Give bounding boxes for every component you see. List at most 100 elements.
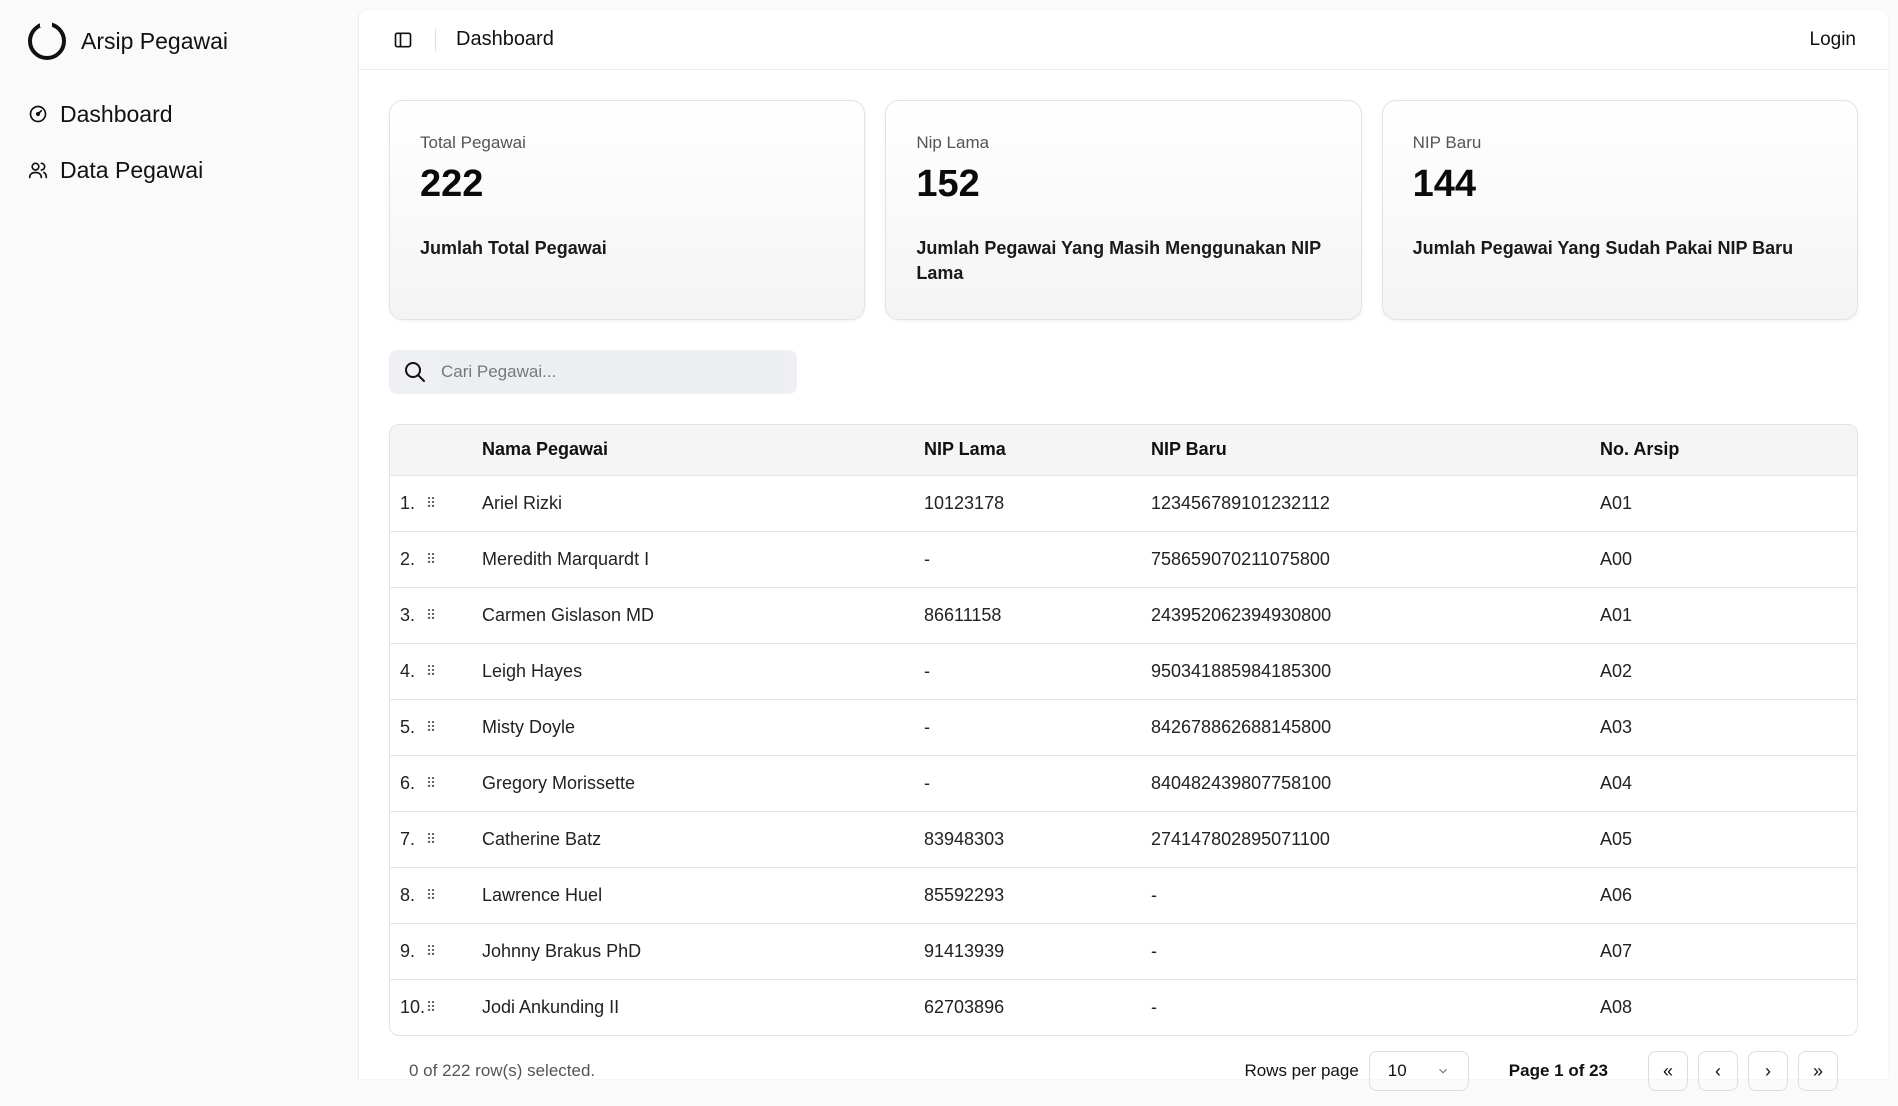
nip-baru: 274147802895071100 xyxy=(1151,828,1330,849)
selection-count: 0 of 222 row(s) selected. xyxy=(409,1061,596,1080)
row-number: 8. xyxy=(400,884,416,905)
nip-lama: 83948303 xyxy=(924,828,1005,849)
sidebar-item-data-pegawai[interactable]: Data Pegawai xyxy=(28,148,330,192)
stat-card-nip-baru: NIP Baru 144 Jumlah Pegawai Yang Sudah P… xyxy=(1381,100,1858,320)
sidebar: Arsip Pegawai Dashboard Data Pegawai xyxy=(0,0,358,1079)
employee-name: Lawrence Huel xyxy=(482,884,603,905)
table-body: 1. ⠿ Ariel Rizki 10123178 123456789101232112… xyxy=(390,475,1857,1035)
users-icon xyxy=(28,162,48,179)
column-header-nip-baru[interactable]: NIP Baru xyxy=(1151,425,1600,475)
nip-lama: 62703896 xyxy=(924,996,1005,1017)
column-header-nip-lama[interactable]: NIP Lama xyxy=(924,425,1151,475)
row-number: 7. xyxy=(400,828,416,849)
drag-handle-icon[interactable]: ⠿ xyxy=(426,811,482,867)
no-arsip: A01 xyxy=(1600,492,1633,513)
search-icon xyxy=(405,362,425,382)
nip-lama: 10123178 xyxy=(924,492,1005,513)
table-row[interactable]: 5. ⠿ Misty Doyle - 842678862688145800 A03 xyxy=(390,699,1857,755)
stat-label: Nip Lama xyxy=(916,133,990,152)
drag-handle-icon[interactable]: ⠿ xyxy=(426,699,482,755)
table-header-row: Nama Pegawai NIP Lama NIP Baru No. Arsip xyxy=(390,425,1857,475)
no-arsip: A08 xyxy=(1600,996,1633,1017)
table-row[interactable]: 2. ⠿ Meredith Marquardt I - 7586590702110758… xyxy=(390,531,1857,587)
last-page-button[interactable]: » xyxy=(1798,1051,1838,1091)
rows-per-page-select[interactable]: 10 xyxy=(1368,1051,1469,1091)
nip-baru: 123456789101232112 xyxy=(1151,492,1330,513)
row-number: 3. xyxy=(400,604,416,625)
sidebar-item-label: Data Pegawai xyxy=(60,156,204,183)
column-header-no-arsip[interactable]: No. Arsip xyxy=(1600,425,1857,475)
stat-value: 152 xyxy=(916,163,980,205)
employee-name: Johnny Brakus PhD xyxy=(482,940,642,961)
drag-handle-icon[interactable]: ⠿ xyxy=(426,923,482,979)
breadcrumb: Dashboard xyxy=(456,28,554,50)
row-number: 4. xyxy=(400,660,416,681)
drag-handle-icon[interactable]: ⠿ xyxy=(426,755,482,811)
table-row[interactable]: 9. ⠿ Johnny Brakus PhD 91413939 - A07 xyxy=(390,923,1857,979)
page-indicator: Page 1 of 23 xyxy=(1508,1061,1608,1080)
nip-baru: - xyxy=(1151,884,1157,905)
table-row[interactable]: 8. ⠿ Lawrence Huel 85592293 - A06 xyxy=(390,867,1857,923)
logo-icon xyxy=(28,21,66,60)
stats-cards: Total Pegawai 222 Jumlah Total Pegawai N… xyxy=(389,100,1858,320)
drag-handle-icon[interactable]: ⠿ xyxy=(426,979,482,1035)
drag-handle-icon[interactable]: ⠿ xyxy=(426,867,482,923)
table-row[interactable]: 10. ⠿ Jodi Ankunding II 62703896 - A08 xyxy=(390,979,1857,1035)
search-input[interactable] xyxy=(441,352,783,392)
no-arsip: A07 xyxy=(1600,940,1633,961)
table-row[interactable]: 6. ⠿ Gregory Morissette - 840482439807758100… xyxy=(390,755,1857,811)
nip-baru: 243952062394930800 xyxy=(1151,604,1332,625)
employee-name: Jodi Ankunding II xyxy=(482,996,620,1017)
divider xyxy=(435,28,436,51)
gauge-icon xyxy=(29,105,47,123)
search-bar xyxy=(389,350,797,394)
brand[interactable]: Arsip Pegawai xyxy=(28,20,330,62)
nip-lama: 86611158 xyxy=(924,604,1002,625)
employee-name: Catherine Batz xyxy=(482,828,602,849)
first-page-button[interactable]: « xyxy=(1648,1051,1688,1091)
employee-name: Carmen Gislason MD xyxy=(482,604,655,625)
drag-handle-icon[interactable]: ⠿ xyxy=(426,587,482,643)
table-row[interactable]: 7. ⠿ Catherine Batz 83948303 274147802895071… xyxy=(390,811,1857,867)
nip-baru: 950341885984185300 xyxy=(1151,660,1332,681)
row-number: 10. xyxy=(400,996,426,1017)
nip-lama: - xyxy=(924,716,930,737)
rows-per-page-value: 10 xyxy=(1387,1061,1407,1080)
employee-name: Ariel Rizki xyxy=(482,492,563,513)
table-row[interactable]: 4. ⠿ Leigh Hayes - 950341885984185300 A02 xyxy=(390,643,1857,699)
panel-left-icon xyxy=(394,32,412,47)
sidebar-toggle-button[interactable] xyxy=(391,28,415,52)
nip-baru: 758659070211075800 xyxy=(1151,548,1330,569)
table-footer: 0 of 222 row(s) selected. Rows per page … xyxy=(389,1036,1858,1106)
stat-description: Jumlah Pegawai Yang Masih Menggunakan NI… xyxy=(916,238,1321,284)
no-arsip: A05 xyxy=(1600,828,1633,849)
drag-handle-icon[interactable]: ⠿ xyxy=(426,475,482,531)
no-arsip: A06 xyxy=(1600,884,1633,905)
sidebar-item-dashboard[interactable]: Dashboard xyxy=(28,92,330,136)
no-arsip: A00 xyxy=(1600,548,1633,569)
previous-page-button[interactable]: ‹ xyxy=(1698,1051,1738,1091)
nip-baru: - xyxy=(1151,940,1157,961)
nip-baru: - xyxy=(1151,996,1157,1017)
column-header-name[interactable]: Nama Pegawai xyxy=(482,425,924,475)
employee-table: Nama Pegawai NIP Lama NIP Baru No. Arsip… xyxy=(389,424,1858,1036)
stat-description: Jumlah Pegawai Yang Sudah Pakai NIP Baru xyxy=(1412,238,1794,258)
table-row[interactable]: 3. ⠿ Carmen Gislason MD 86611158 24395206239… xyxy=(390,587,1857,643)
login-link[interactable]: Login xyxy=(1810,29,1857,51)
no-arsip: A03 xyxy=(1600,716,1633,737)
stat-card-total: Total Pegawai 222 Jumlah Total Pegawai xyxy=(389,100,866,320)
table-row[interactable]: 1. ⠿ Ariel Rizki 10123178 123456789101232112… xyxy=(390,475,1857,531)
next-page-button[interactable]: › xyxy=(1748,1051,1788,1091)
stat-label: Total Pegawai xyxy=(420,133,526,152)
nip-baru: 840482439807758100 xyxy=(1151,772,1332,793)
drag-handle-icon[interactable]: ⠿ xyxy=(426,643,482,699)
drag-handle-icon[interactable]: ⠿ xyxy=(426,531,482,587)
app-name: Arsip Pegawai xyxy=(81,27,229,54)
nip-lama: 85592293 xyxy=(924,884,1005,905)
no-arsip: A02 xyxy=(1600,660,1633,681)
column-header-drag xyxy=(426,425,482,475)
row-number: 1. xyxy=(400,492,416,513)
employee-name: Gregory Morissette xyxy=(482,772,636,793)
row-number: 6. xyxy=(400,772,416,793)
nip-baru: 842678862688145800 xyxy=(1151,716,1332,737)
